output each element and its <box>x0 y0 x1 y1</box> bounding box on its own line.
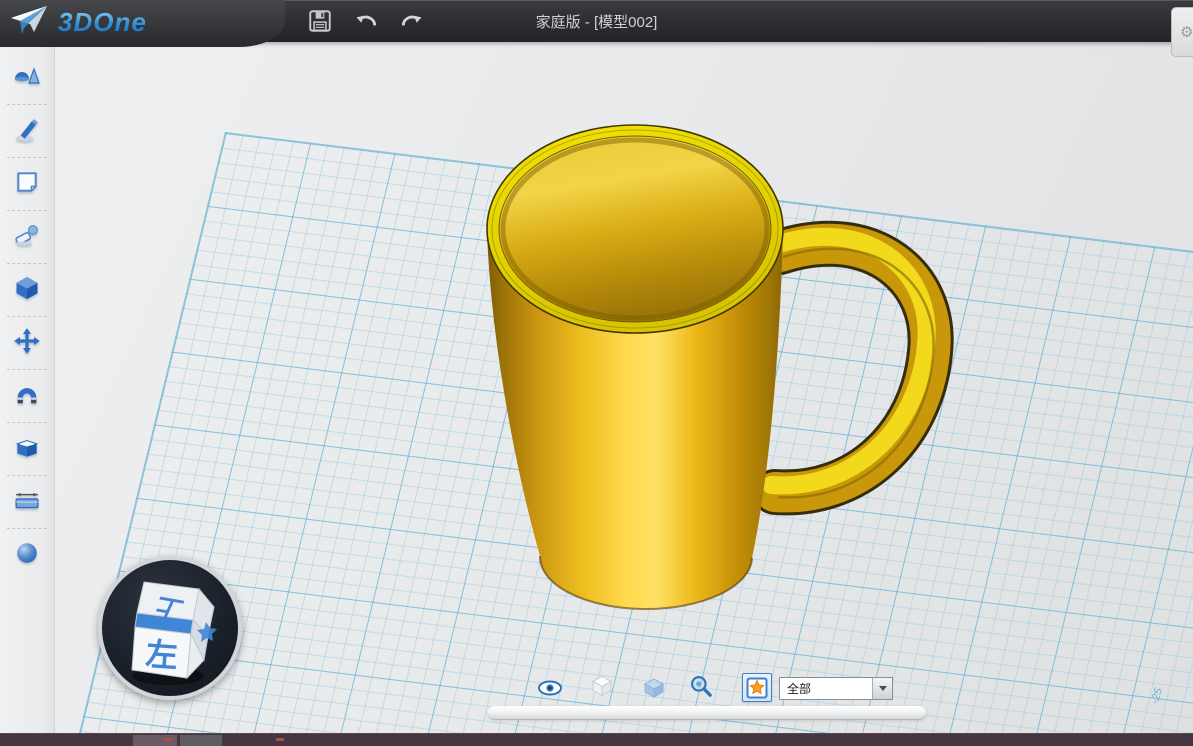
sidebar-separator <box>7 422 47 423</box>
sidebar-item-edit-sketch[interactable] <box>0 215 54 259</box>
sidebar-item-material[interactable] <box>0 533 54 577</box>
collapsed-panel-tab[interactable]: ⚙ <box>1171 7 1193 57</box>
sidebar-separator <box>7 157 47 158</box>
dimension-icon <box>13 488 41 517</box>
app-logo: 3DOne <box>10 4 147 41</box>
brand-name: 3DOne <box>58 7 147 38</box>
save-button[interactable] <box>305 7 335 35</box>
taskbar-marker <box>163 738 173 741</box>
paper-plane-icon <box>10 4 50 41</box>
collapsed-toolbar-shelf[interactable] <box>488 706 926 720</box>
taskbar-strip[interactable] <box>0 733 1193 746</box>
tool-sidebar <box>0 42 55 733</box>
combine-box-icon <box>13 434 41 465</box>
selection-filter-dropdown[interactable]: 全部 <box>779 677 893 700</box>
dropdown-open-button[interactable] <box>872 678 892 699</box>
sketch-pencil-icon <box>13 115 41 148</box>
sidebar-separator <box>7 210 47 211</box>
transparency-button[interactable] <box>640 674 668 702</box>
sidebar-separator <box>7 316 47 317</box>
selection-filter-button[interactable] <box>742 673 772 702</box>
title-bar: 3DOne 家庭版 - [模型002] <box>0 0 1193 42</box>
display-mode-button[interactable] <box>588 672 616 700</box>
sidebar-separator <box>7 475 47 476</box>
undo-button[interactable] <box>351 7 381 35</box>
feature-cube-icon <box>13 274 41 307</box>
magnet-icon <box>13 381 41 412</box>
sidebar-separator <box>7 263 47 264</box>
zoom-button[interactable] <box>687 672 715 700</box>
move-arrows-icon <box>13 327 41 360</box>
basic-solids-icon <box>12 63 42 94</box>
sidebar-item-sketch[interactable] <box>0 109 54 153</box>
sidebar-item-constraint[interactable] <box>0 374 54 418</box>
sidebar-separator <box>7 528 47 529</box>
sketch-edit-icon <box>13 222 41 253</box>
gear-icon: ⚙ <box>1180 23 1193 41</box>
redo-button[interactable] <box>397 7 427 35</box>
chevron-down-icon <box>879 686 887 691</box>
sidebar-item-move[interactable] <box>0 321 54 365</box>
visibility-button[interactable] <box>536 674 564 702</box>
sidebar-item-sketch-plane[interactable] <box>0 162 54 206</box>
sidebar-item-features[interactable] <box>0 268 54 312</box>
sidebar-item-combine[interactable] <box>0 427 54 471</box>
dropdown-selected-value: 全部 <box>780 680 872 697</box>
taskbar-segment <box>180 735 222 746</box>
sidebar-item-basic-solids[interactable] <box>0 56 54 100</box>
sketch-plane-icon <box>14 169 40 200</box>
taskbar-marker <box>276 738 284 741</box>
sidebar-item-dimension[interactable] <box>0 480 54 524</box>
sidebar-separator <box>7 104 47 105</box>
header-toolbar <box>305 7 427 35</box>
3d-viewport[interactable]: -25 <box>0 42 1193 733</box>
view-cube[interactable]: 上 左 <box>98 556 242 700</box>
sidebar-separator <box>7 369 47 370</box>
view-cube-front-label: 左 <box>145 636 179 674</box>
material-sphere-icon <box>14 540 40 571</box>
